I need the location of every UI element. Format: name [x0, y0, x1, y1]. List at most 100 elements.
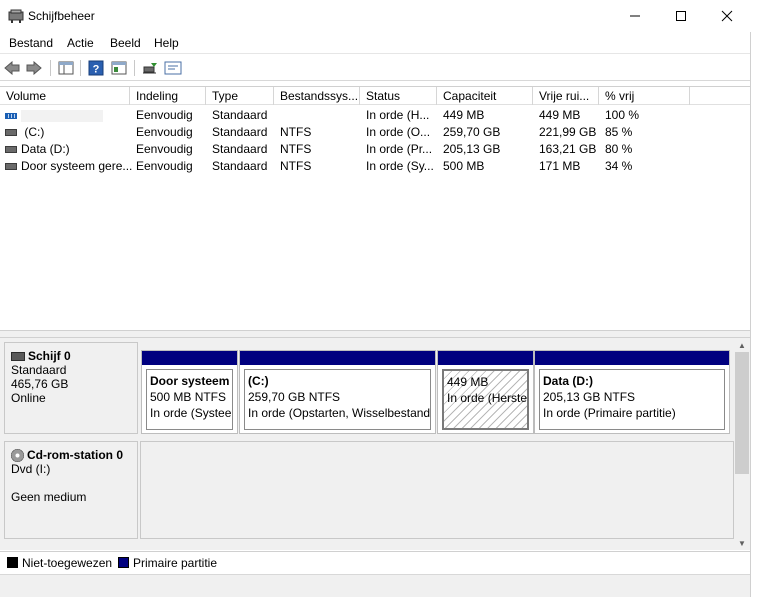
partition-d[interactable]: Data (D:) 205,13 GB NTFS In orde (Primai… — [534, 350, 730, 434]
layout-cell: Eenvoudig — [136, 125, 193, 139]
help-button[interactable]: ? — [87, 59, 105, 77]
partition-system-reserved[interactable]: Door systeem g 500 MB NTFS In orde (Syst… — [141, 350, 238, 434]
free-space-cell: 221,99 GB — [539, 125, 597, 139]
column-header-percent-free[interactable]: % vrij — [599, 87, 690, 105]
disk-type: Standaard — [11, 363, 67, 377]
status-cell: In orde (H... — [366, 108, 430, 122]
layout-cell: Eenvoudig — [136, 108, 193, 122]
cdrom-icon — [11, 448, 24, 462]
volume-list[interactable]: Volume Indeling Type Bestandssys... Stat… — [0, 86, 750, 330]
vertical-scrollbar[interactable]: ▲ ▼ — [734, 338, 750, 550]
status-bar — [0, 574, 750, 597]
percent-free-cell: 100 % — [605, 108, 640, 122]
percent-free-cell: 85 % — [605, 125, 633, 139]
type-cell: Standaard — [212, 159, 268, 173]
cdrom-drive: Dvd (I:) — [11, 462, 51, 476]
legend-unallocated: Niet-toegewezen — [22, 556, 113, 570]
type-cell: Standaard — [212, 142, 268, 156]
partition-size: 449 MB — [447, 375, 489, 389]
forward-button[interactable] — [25, 59, 43, 77]
unallocated-swatch — [7, 557, 18, 568]
menu-bestand[interactable]: Bestand — [9, 36, 53, 50]
status-cell: In orde (Sy... — [366, 159, 434, 173]
properties-button[interactable] — [110, 59, 128, 77]
close-icon — [721, 10, 733, 22]
window-right-edge — [750, 32, 759, 597]
volume-cell: Data (D:) — [5, 142, 70, 156]
capacity-cell: 500 MB — [443, 159, 485, 173]
percent-free-cell: 80 % — [605, 142, 633, 156]
partition-status: In orde (Primaire partitie) — [543, 406, 676, 420]
column-header-free-space[interactable]: Vrije rui... — [533, 87, 599, 105]
table-row[interactable]: Eenvoudig Standaard In orde (H... 449 MB… — [0, 107, 750, 124]
disk-0-label[interactable]: Schijf 0 Standaard 465,76 GB Online — [4, 342, 138, 434]
menu-bar: Bestand Actie Beeld Help — [0, 32, 759, 54]
minimize-button[interactable] — [612, 0, 658, 32]
table-row[interactable]: Door systeem gere... Eenvoudig Standaard… — [0, 158, 750, 175]
scrollbar-thumb[interactable] — [735, 352, 749, 474]
column-header-type[interactable]: Type — [206, 87, 274, 105]
disk-management-app-icon — [8, 9, 24, 23]
disk-size: 465,76 GB — [11, 377, 69, 391]
pane-splitter[interactable] — [0, 330, 750, 338]
scroll-down-icon[interactable]: ▼ — [734, 536, 750, 550]
type-cell: Standaard — [212, 125, 268, 139]
disk-name: Schijf 0 — [28, 349, 71, 363]
menu-help[interactable]: Help — [154, 36, 179, 50]
minimize-icon — [630, 15, 640, 17]
partition-c[interactable]: (C:) 259,70 GB NTFS In orde (Opstarten, … — [239, 350, 436, 434]
column-header-filesystem[interactable]: Bestandssys... — [274, 87, 360, 105]
legend-primary-partition: Primaire partitie — [133, 556, 218, 570]
svg-text:?: ? — [93, 64, 100, 76]
layout-cell: Eenvoudig — [136, 142, 193, 156]
disk-state: Online — [11, 391, 46, 405]
column-header-status[interactable]: Status — [360, 87, 437, 105]
help-icon: ? — [88, 60, 104, 76]
volume-name: (C:) — [24, 125, 45, 139]
drive-icon — [5, 163, 17, 171]
cdrom-volume-area[interactable] — [140, 441, 734, 539]
column-header-volume[interactable]: Volume — [0, 87, 130, 105]
toolbar-separator — [50, 60, 51, 76]
scroll-up-icon[interactable]: ▲ — [734, 338, 750, 352]
toolbar-separator — [80, 60, 81, 76]
menu-actie[interactable]: Actie — [67, 36, 94, 50]
partition-title: Data (D:) — [543, 374, 593, 388]
cdrom-media: Geen medium — [11, 490, 87, 504]
volume-cell — [5, 108, 103, 122]
primary-partition-swatch — [118, 557, 129, 568]
column-header-indeling[interactable]: Indeling — [130, 87, 206, 105]
free-space-cell: 171 MB — [539, 159, 581, 173]
partition-status: In orde (Herstel — [447, 391, 529, 405]
title-bar: Schijfbeheer — [0, 0, 759, 32]
volume-icon — [5, 112, 17, 119]
filesystem-cell: NTFS — [280, 142, 312, 156]
properties-icon — [111, 61, 127, 75]
cdrom-0-label[interactable]: Cd-rom-station 0 Dvd (I:) Geen medium — [4, 441, 138, 539]
connect-icon — [143, 63, 157, 74]
filesystem-cell: NTFS — [280, 159, 312, 173]
column-header-capacity[interactable]: Capaciteit — [437, 87, 533, 105]
free-space-cell: 163,21 GB — [539, 142, 597, 156]
list-header: Volume Indeling Type Bestandssys... Stat… — [0, 87, 750, 105]
partition-type-bar — [438, 351, 533, 365]
close-button[interactable] — [704, 0, 750, 32]
menu-beeld[interactable]: Beeld — [110, 36, 141, 50]
table-row[interactable]: Data (D:) Eenvoudig Standaard NTFS In or… — [0, 141, 750, 158]
connect-button[interactable] — [141, 59, 159, 77]
partition-recovery[interactable]: 449 MB In orde (Herstel — [437, 350, 534, 434]
drive-icon — [5, 129, 17, 137]
settings-button[interactable] — [164, 59, 182, 77]
back-button[interactable] — [3, 59, 21, 77]
volume-cell: Door systeem gere... — [5, 159, 132, 173]
console-tree-button[interactable] — [57, 59, 75, 77]
console-tree-icon — [58, 61, 74, 75]
toolbar: ? — [0, 55, 759, 81]
partition-size: 500 MB NTFS — [150, 390, 227, 404]
partition-type-bar — [142, 351, 237, 365]
table-row[interactable]: (C:) Eenvoudig Standaard NTFS In orde (O… — [0, 124, 750, 141]
legend: Niet-toegewezen Primaire partitie — [0, 551, 750, 573]
partition-size: 205,13 GB NTFS — [543, 390, 636, 404]
partition-status: In orde (Systeer — [150, 406, 233, 420]
maximize-button[interactable] — [658, 0, 704, 32]
